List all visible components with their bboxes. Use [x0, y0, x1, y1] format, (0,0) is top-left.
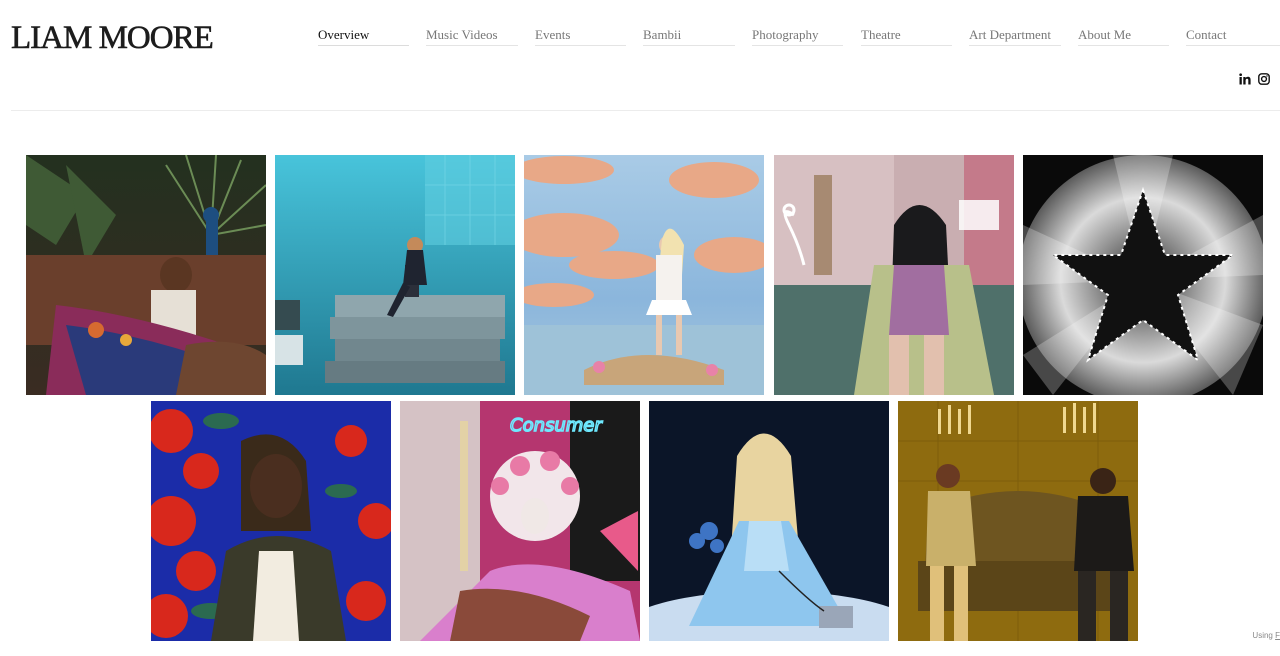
linkedin-icon[interactable] [1239, 73, 1251, 87]
footer-credit: Using F [1252, 631, 1280, 640]
footer-prefix: Using [1252, 631, 1276, 640]
gallery-image-red-flowers[interactable] [151, 401, 391, 641]
header-divider [11, 110, 1280, 111]
gallery-image-peacock[interactable] [26, 155, 266, 395]
nav-bambii[interactable]: Bambii [643, 27, 735, 46]
gallery-image-flamingo-room[interactable] [774, 155, 1014, 395]
gallery-image-cloud-island[interactable] [524, 155, 764, 395]
footer-link[interactable]: F [1275, 631, 1280, 640]
nav-overview[interactable]: Overview [318, 27, 409, 46]
nav-theatre[interactable]: Theatre [861, 27, 952, 46]
gallery-image-candle-sofa[interactable] [898, 401, 1138, 641]
nav-events[interactable]: Events [535, 27, 626, 46]
instagram-icon[interactable] [1258, 73, 1270, 87]
gallery-image-blue-dress[interactable] [649, 401, 889, 641]
nav-music-videos[interactable]: Music Videos [426, 27, 518, 46]
nav-about-me[interactable]: About Me [1078, 27, 1169, 46]
nav-photography[interactable]: Photography [752, 27, 843, 46]
gallery-image-mattress[interactable] [275, 155, 515, 395]
site-title[interactable]: LIAM MOORE [11, 20, 214, 57]
gallery-image-floral-headdress[interactable]: Consumer [400, 401, 640, 641]
social-links [1239, 73, 1270, 87]
svg-text:Consumer: Consumer [510, 415, 603, 436]
nav-art-department[interactable]: Art Department [969, 27, 1061, 46]
nav-contact[interactable]: Contact [1186, 27, 1280, 46]
gallery-image-star-light[interactable] [1023, 155, 1263, 395]
